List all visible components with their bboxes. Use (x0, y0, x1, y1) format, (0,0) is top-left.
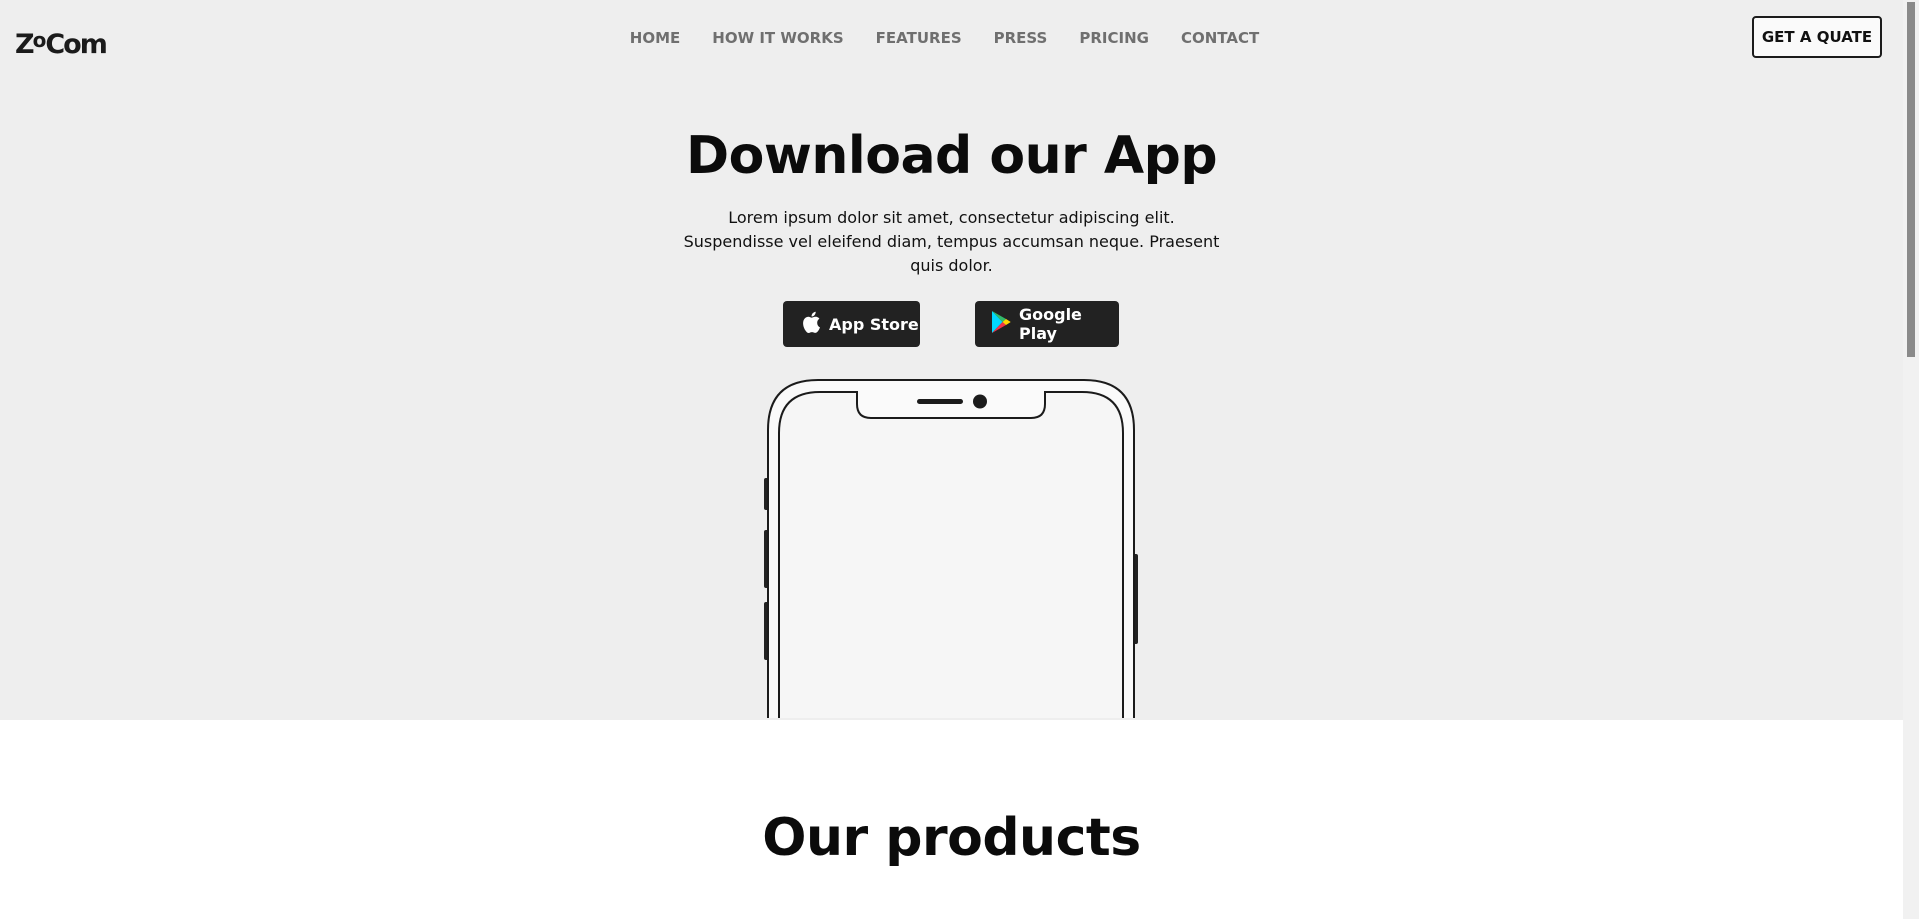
nav-item-how-it-works[interactable]: HOW IT WORKS (712, 27, 843, 49)
hero-subtitle: Lorem ipsum dolor sit amet, consectetur … (683, 208, 1220, 275)
app-store-button[interactable]: App Store (783, 301, 920, 347)
google-play-icon (991, 310, 1011, 338)
scrollbar-thumb[interactable] (1907, 2, 1915, 357)
nav-item-press[interactable]: PRESS (994, 27, 1048, 49)
nav-item-features[interactable]: FEATURES (876, 27, 962, 49)
google-play-label: Google Play (1019, 305, 1082, 343)
hero-title: Download our App (685, 126, 1218, 186)
get-a-quote-button[interactable]: GET A QUATE (1752, 16, 1882, 58)
products-title: Our products (762, 808, 1141, 868)
nav-item-contact[interactable]: CONTACT (1181, 27, 1259, 49)
google-play-button[interactable]: Google Play (975, 301, 1119, 347)
app-store-label: App Store (829, 314, 919, 334)
hero-section: ZoCom HOME HOW IT WORKS FEATURES PRESS P… (0, 0, 1903, 720)
main-nav: HOME HOW IT WORKS FEATURES PRESS PRICING… (0, 27, 1903, 49)
page-scrollbar[interactable] (1903, 0, 1919, 919)
phone-mockup (764, 378, 1138, 720)
nav-item-home[interactable]: HOME (630, 27, 680, 49)
nav-item-pricing[interactable]: PRICING (1079, 27, 1149, 49)
apple-icon (801, 310, 821, 338)
